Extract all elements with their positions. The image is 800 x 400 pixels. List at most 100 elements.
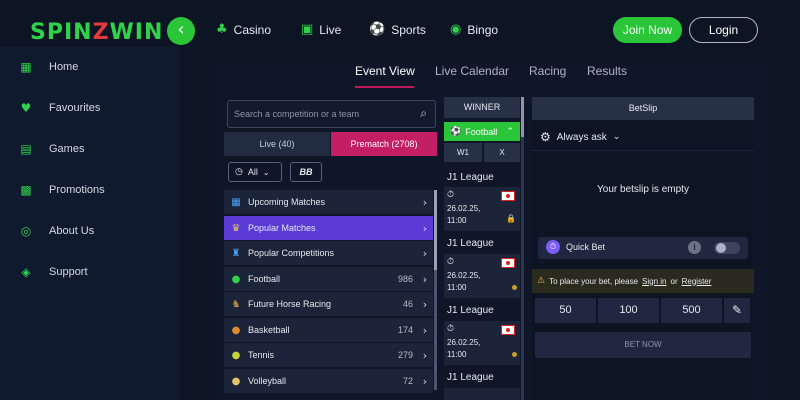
lock-icon: 🔒: [506, 214, 516, 223]
join-now-button[interactable]: Join Now: [613, 17, 682, 43]
event-card[interactable]: ⏱ 26.02.25, 11:00: [444, 254, 520, 298]
bet-builder-button[interactable]: BB: [290, 162, 322, 182]
sidebar-item-home[interactable]: ▦ Home: [20, 60, 78, 74]
chevron-right-icon: ›: [422, 348, 428, 362]
chevron-right-icon: ›: [422, 195, 428, 209]
odds-scrollbar[interactable]: [521, 97, 524, 400]
football-icon: ⚽: [450, 126, 462, 137]
sign-in-link[interactable]: Sign in: [642, 277, 666, 286]
trophy-icon: ♛: [231, 222, 241, 234]
list-item-volleyball[interactable]: ● Volleyball 72 ›: [224, 369, 433, 393]
gift-icon: ▩: [20, 183, 32, 197]
nav-live[interactable]: ▣ Live: [301, 22, 341, 37]
sidebar-item-support[interactable]: ◈ Support: [20, 265, 87, 279]
tennis-icon: ●: [231, 349, 241, 361]
nav-sports[interactable]: ⚽ Sports: [369, 22, 426, 37]
chevron-up-icon: ⌃: [506, 126, 514, 137]
scrollbar-thumb[interactable]: [521, 97, 524, 137]
support-icon: ◈: [21, 265, 31, 279]
edit-stakes-button[interactable]: ✎: [724, 298, 750, 323]
target-icon: ◎: [20, 224, 32, 238]
x-column-header: X: [484, 143, 520, 162]
search-icon: ⌕: [420, 106, 427, 120]
stake-100-button[interactable]: 100: [598, 298, 659, 323]
quick-bet-row: ⏱ Quick Bet i: [538, 237, 748, 259]
back-button[interactable]: ‹: [167, 17, 195, 45]
nav-bingo[interactable]: ◉ Bingo: [450, 22, 498, 37]
list-item-basketball[interactable]: ● Basketball 174 ›: [224, 318, 433, 342]
list-item-popular-matches[interactable]: ♛ Popular Matches ›: [224, 216, 433, 240]
chevron-right-icon: ›: [422, 221, 428, 235]
clubs-icon: ♣: [216, 22, 228, 37]
japan-flag-icon: [501, 191, 515, 201]
chevron-left-icon: ‹: [177, 19, 185, 40]
league-title: J1 League: [447, 372, 494, 383]
stake-50-button[interactable]: 50: [535, 298, 596, 323]
sidebar-item-favourites[interactable]: ♥ Favourites: [20, 101, 101, 115]
active-tab-indicator: [355, 86, 414, 88]
betslip-panel: [532, 120, 754, 400]
betslip-empty-message: Your betslip is empty: [597, 184, 689, 195]
league-title: J1 League: [447, 305, 494, 316]
quick-bet-toggle[interactable]: [714, 242, 740, 254]
sidebar-item-about-us[interactable]: ◎ About Us: [20, 224, 95, 238]
scrollbar-thumb[interactable]: [434, 190, 437, 270]
chevron-down-icon: ⌄: [612, 132, 621, 142]
sports-icon: ⚽: [369, 22, 386, 37]
chevron-right-icon: ›: [422, 323, 428, 337]
nav-casino[interactable]: ♣ Casino: [216, 22, 271, 37]
login-button[interactable]: Login: [689, 17, 758, 43]
list-item-future-horse-racing[interactable]: ♞ Future Horse Racing 46 ›: [224, 292, 433, 316]
info-icon[interactable]: i: [688, 241, 701, 254]
w1-column-header: W1: [444, 143, 482, 162]
gear-icon: ⚙: [540, 130, 551, 144]
sidebar-item-games[interactable]: ▤ Games: [20, 142, 84, 156]
sidebar: [0, 46, 180, 400]
basketball-icon: ●: [231, 324, 241, 336]
register-link[interactable]: Register: [682, 277, 712, 286]
sign-in-notice: ⚠ To place your bet, please Sign in or R…: [532, 269, 754, 293]
list-item-tennis[interactable]: ● Tennis 279 ›: [224, 343, 433, 367]
tab-racing[interactable]: Racing: [529, 64, 566, 78]
calendar-icon: ▦: [231, 196, 241, 208]
sidebar-item-promotions[interactable]: ▩ Promotions: [20, 183, 104, 197]
spinzwin-logo[interactable]: SPINZWIN: [30, 20, 163, 45]
stopwatch-icon: ⏱: [546, 240, 560, 254]
tab-results[interactable]: Results: [587, 64, 627, 78]
japan-flag-icon: [501, 258, 515, 268]
prematch-tab-button[interactable]: Prematch (2708): [331, 132, 437, 156]
search-input[interactable]: Search a competition or a team ⌕: [227, 100, 436, 128]
odds-change-dropdown[interactable]: ⚙ Always ask ⌄: [540, 130, 620, 144]
chevron-right-icon: ›: [422, 272, 428, 286]
stopwatch-icon: ⏱: [447, 190, 455, 200]
volleyball-icon: ●: [231, 375, 241, 387]
event-card[interactable]: ⏱ 26.02.25, 11:00 🔒: [444, 187, 520, 231]
list-item-popular-competitions[interactable]: ♜ Popular Competitions ›: [224, 241, 433, 265]
clock-icon: ◷: [235, 167, 243, 177]
heart-icon: ♥: [20, 101, 32, 115]
pencil-icon: ✎: [731, 303, 743, 317]
list-item-football[interactable]: ● Football 986 ›: [224, 267, 433, 291]
cup-icon: ♜: [231, 247, 241, 259]
football-filter-button[interactable]: ⚽ Football ⌃: [444, 122, 520, 141]
stake-500-button[interactable]: 500: [661, 298, 722, 323]
bet-now-button[interactable]: BET NOW: [535, 332, 751, 358]
chevron-down-icon: ⌄: [262, 167, 270, 177]
list-item-upcoming-matches[interactable]: ▦ Upcoming Matches ›: [224, 190, 433, 214]
toggle-knob: [716, 243, 726, 253]
stopwatch-icon: ⏱: [447, 324, 455, 334]
league-title: J1 League: [447, 172, 494, 183]
event-card[interactable]: [444, 388, 520, 400]
chevron-right-icon: ›: [422, 297, 428, 311]
event-card[interactable]: ⏱ 26.02.25, 11:00: [444, 321, 520, 365]
live-tab-button[interactable]: Live (40): [224, 132, 330, 156]
chevron-right-icon: ›: [422, 246, 428, 260]
tab-live-calendar[interactable]: Live Calendar: [435, 64, 509, 78]
chevron-right-icon: ›: [422, 374, 428, 388]
bet-builder-icon: [512, 352, 517, 357]
sports-list-scrollbar[interactable]: [434, 190, 437, 390]
warning-icon: ⚠: [537, 276, 546, 286]
stopwatch-icon: ⏱: [447, 257, 455, 267]
time-filter-dropdown[interactable]: ◷ All ⌄: [228, 162, 282, 182]
tab-event-view[interactable]: Event View: [355, 64, 415, 78]
